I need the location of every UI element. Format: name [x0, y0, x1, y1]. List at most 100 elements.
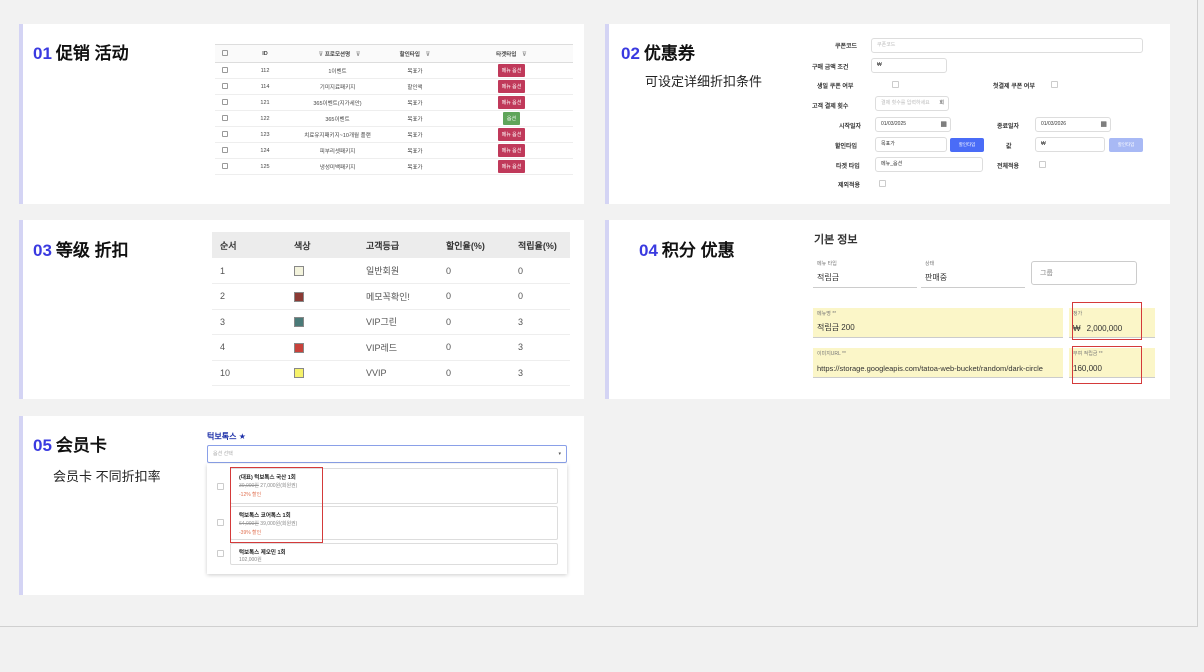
- disc-type-button[interactable]: 할인타입: [950, 138, 984, 152]
- highlight-box-price: [1072, 302, 1142, 340]
- calendar-icon[interactable]: ▦: [940, 118, 947, 131]
- cell-type: 목표가: [380, 158, 450, 175]
- target-tag[interactable]: 메뉴 옵션: [497, 96, 526, 109]
- cell-target: 메뉴 옵션: [450, 142, 573, 159]
- menu-type-field[interactable]: 메뉴 타입 적립금: [813, 258, 917, 288]
- target-type-input[interactable]: 메뉴_옵션: [875, 157, 983, 172]
- row-checkbox[interactable]: [215, 78, 235, 95]
- label-disc-type: 할인타입: [835, 144, 858, 150]
- table-row[interactable]: 122 365이벤트 목표가 옵션: [215, 110, 573, 127]
- target-tag[interactable]: 옵션: [502, 112, 521, 125]
- highlight-box-bonus: [1072, 346, 1142, 384]
- calendar-icon[interactable]: ▦: [1100, 118, 1107, 131]
- target-tag[interactable]: 메뉴 옵션: [497, 144, 526, 157]
- grade-table: 순서 색상 고객등급 할인율(%) 적립율(%) 1 일반회원 0 0 2 메모꼭확인! 0…: [212, 232, 570, 386]
- cell-color: [286, 283, 358, 310]
- column-name[interactable]: ⊽ 프로모션명 ⊽: [295, 44, 380, 63]
- start-date-input[interactable]: 01/03/2025 ▦: [875, 117, 951, 132]
- table-row[interactable]: 2 메모꼭확인! 0 0: [212, 283, 570, 310]
- cell-name: 치료유지패키지~10개월 플랜: [295, 126, 380, 143]
- column-discount: 할인율(%): [438, 232, 510, 258]
- column-id[interactable]: ID: [235, 44, 295, 63]
- min-amount-input[interactable]: ₩: [871, 58, 947, 73]
- table-row[interactable]: 121 365이벤트(지가세안) 목표가 메뉴 옵션: [215, 94, 573, 111]
- cell-grade: VVIP: [358, 360, 438, 386]
- value-button[interactable]: 할인타입: [1109, 138, 1143, 152]
- canvas: 01 促销 活动 ID ⊽ 프로모션명 ⊽ 할인타입 ⊽ 타겟타입 ⊽ 112 1이…: [0, 0, 1198, 627]
- card-promo: 01 促销 活动 ID ⊽ 프로모션명 ⊽ 할인타입 ⊽ 타겟타입 ⊽ 112 1이…: [19, 24, 584, 204]
- caret-down-icon[interactable]: ▾: [558, 446, 561, 462]
- column-grade: 고객등급: [358, 232, 438, 258]
- first-pay-checkbox[interactable]: [1051, 81, 1058, 88]
- coupon-code-input[interactable]: 쿠폰코드: [871, 38, 1143, 53]
- label-birthday: 생일 쿠폰 여부: [817, 84, 854, 90]
- table-row[interactable]: 4 VIP레드 0 3: [212, 334, 570, 361]
- group-field[interactable]: 그룹: [1031, 261, 1137, 285]
- option-select[interactable]: 옵션 선택 ▾: [207, 445, 567, 463]
- row-checkbox[interactable]: [215, 142, 235, 159]
- label-value: 값: [1006, 144, 1012, 150]
- cell-target: 메뉴 옵션: [450, 78, 573, 95]
- color-swatch: [294, 342, 304, 353]
- filter-icon[interactable]: ⊽: [356, 52, 361, 58]
- cell-discount: 0: [438, 309, 510, 335]
- card-title-text: 会员卡: [55, 436, 107, 455]
- cell-type: 목표가: [380, 94, 450, 111]
- table-row[interactable]: 10 VVIP 0 3: [212, 360, 570, 386]
- target-tag[interactable]: 메뉴 옵션: [497, 128, 526, 141]
- row-checkbox[interactable]: [215, 94, 235, 111]
- label-apply-all: 전체적용: [997, 164, 1020, 170]
- table-row[interactable]: 112 1이벤트 목표가 메뉴 옵션: [215, 62, 573, 79]
- table-row[interactable]: 3 VIP그린 0 3: [212, 309, 570, 335]
- cell-name: 냉성미백패키지: [295, 158, 380, 175]
- end-date-input[interactable]: 01/03/2026 ▦: [1035, 117, 1111, 132]
- filter-icon[interactable]: ⊽: [522, 52, 527, 58]
- filter-icon[interactable]: ⊽: [318, 52, 323, 58]
- cell-target: 메뉴 옵션: [450, 62, 573, 79]
- table-row[interactable]: 124 피부리셋패키지 목표가 메뉴 옵션: [215, 142, 573, 159]
- cell-grade: VIP레드: [358, 334, 438, 361]
- column-target[interactable]: 타겟타입 ⊽: [450, 44, 573, 63]
- row-checkbox[interactable]: [215, 158, 235, 175]
- table-row[interactable]: 125 냉성미백패키지 목표가 메뉴 옵션: [215, 158, 573, 175]
- select-all-checkbox[interactable]: [215, 44, 235, 63]
- row-checkbox[interactable]: [215, 126, 235, 143]
- filter-icon[interactable]: ⊽: [425, 52, 430, 58]
- cell-grade: 메모꼭확인!: [358, 283, 438, 310]
- status-field[interactable]: 상태 판매중: [921, 258, 1025, 288]
- option-checkbox[interactable]: [217, 550, 224, 557]
- column-point: 적립율(%): [510, 232, 570, 258]
- option-checkbox[interactable]: [217, 483, 224, 490]
- table-row[interactable]: 123 치료유지패키지~10개월 플랜 목표가 메뉴 옵션: [215, 126, 573, 143]
- table-row[interactable]: 1 일반회원 0 0: [212, 258, 570, 284]
- value-input[interactable]: ₩: [1035, 137, 1105, 152]
- menu-name-field[interactable]: 메뉴명 ** 적립금 200: [813, 308, 1063, 338]
- table-row[interactable]: 114 기미지료패키지 할인액 메뉴 옵션: [215, 78, 573, 95]
- cell-id: 122: [235, 110, 295, 127]
- cell-point: 0: [510, 283, 570, 310]
- label-end: 종료일자: [997, 124, 1020, 130]
- label-code: 쿠폰코드: [835, 44, 858, 50]
- cell-id: 112: [235, 62, 295, 79]
- image-url-field[interactable]: 이미지URL ** https://storage.googleapis.com…: [813, 348, 1063, 378]
- option-item[interactable]: 턱보톡스 제오민 1회 102,000원: [230, 543, 558, 565]
- apply-all-checkbox[interactable]: [1039, 161, 1046, 168]
- target-tag[interactable]: 메뉴 옵션: [497, 160, 526, 173]
- row-checkbox[interactable]: [215, 110, 235, 127]
- cell-id: 114: [235, 78, 295, 95]
- target-tag[interactable]: 메뉴 옵션: [497, 80, 526, 93]
- pay-count-input[interactable]: 결제 횟수를 입력하세요 회: [875, 96, 949, 111]
- exclude-checkbox[interactable]: [879, 180, 886, 187]
- disc-type-select[interactable]: 목표가: [875, 137, 947, 152]
- cell-point: 3: [510, 360, 570, 386]
- row-checkbox[interactable]: [215, 62, 235, 79]
- cell-discount: 0: [438, 258, 510, 284]
- card-title: 01 促销 活动: [33, 39, 129, 64]
- target-tag[interactable]: 메뉴 옵션: [497, 64, 526, 77]
- column-type[interactable]: 할인타입 ⊽: [380, 44, 450, 63]
- card-title: 05 会员卡: [33, 431, 107, 456]
- birthday-checkbox[interactable]: [892, 81, 899, 88]
- table-header-row: ID ⊽ 프로모션명 ⊽ 할인타입 ⊽ 타겟타입 ⊽: [215, 44, 573, 63]
- card-title-text: 促销 活动: [55, 44, 129, 63]
- option-checkbox[interactable]: [217, 519, 224, 526]
